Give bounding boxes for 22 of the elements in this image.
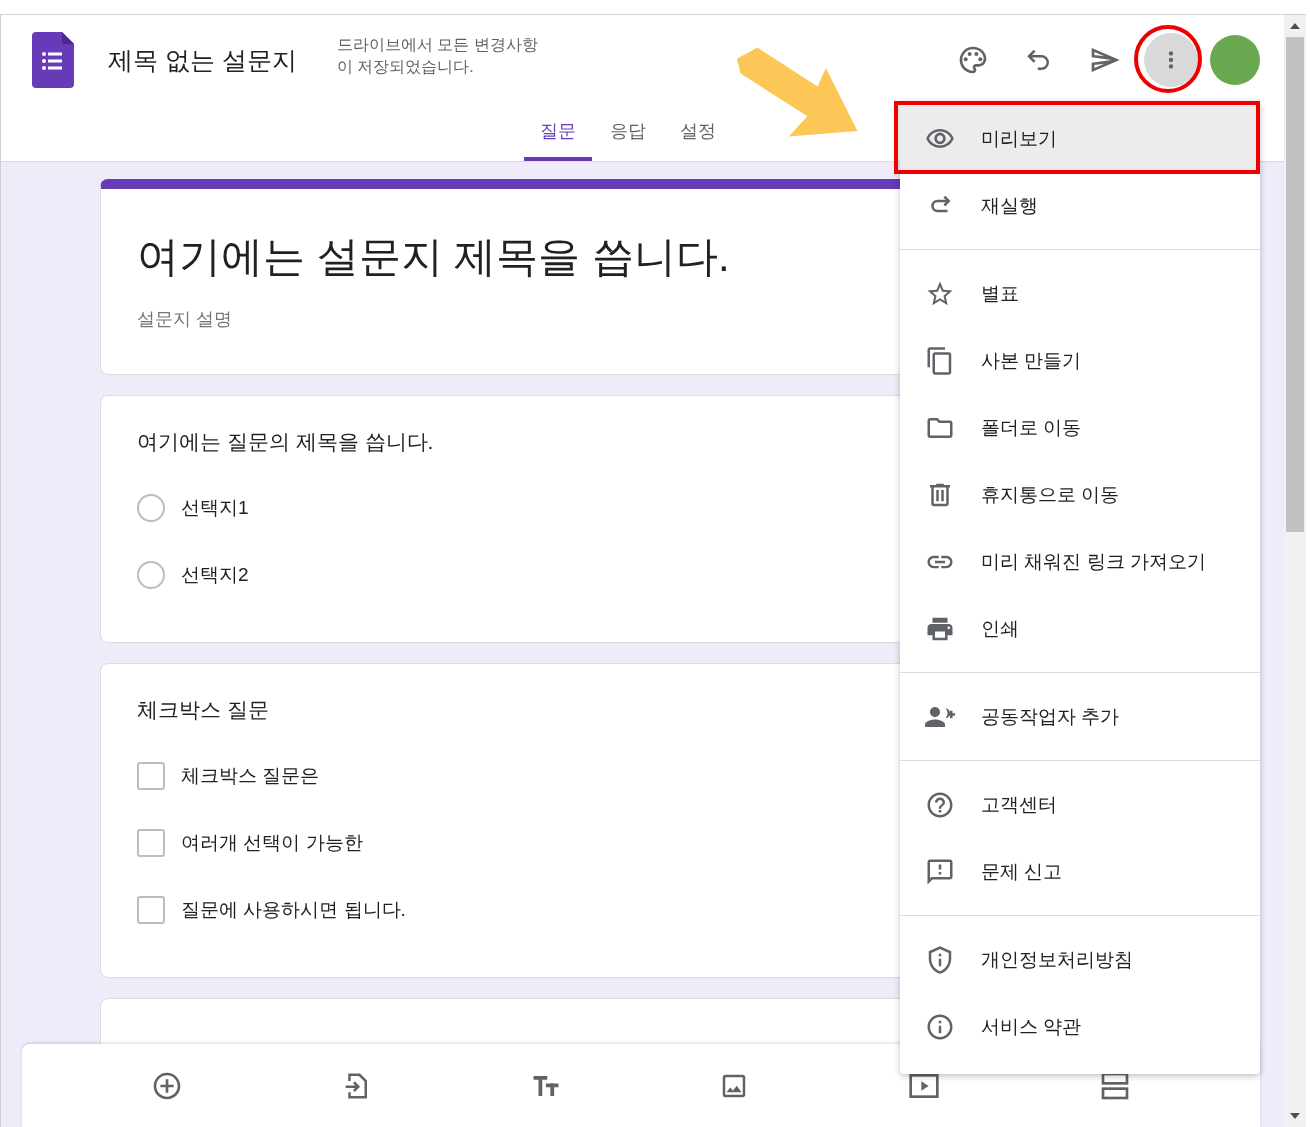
menu-item[interactable]: 서비스 약관 [900, 993, 1260, 1060]
avatar[interactable] [1210, 35, 1260, 85]
forms-logo-icon [32, 32, 74, 88]
scroll-down-icon[interactable] [1290, 1113, 1300, 1119]
menu-item[interactable]: 사본 만들기 [900, 327, 1260, 394]
description-field[interactable]: 설문지 설명 [137, 309, 637, 330]
option-label[interactable]: 선택지2 [181, 561, 249, 588]
option-label[interactable]: 선택지1 [181, 494, 249, 521]
tab[interactable]: 설정 [663, 105, 732, 161]
tab[interactable]: 응답 [593, 105, 662, 161]
menu-item[interactable]: 재실행 [900, 172, 1260, 239]
scroll-up-icon[interactable] [1290, 23, 1300, 29]
option-label[interactable]: 여러개 선택이 가능한 [181, 829, 363, 856]
more-icon[interactable] [1144, 33, 1198, 87]
option-label[interactable]: 질문에 사용하시면 됩니다. [181, 896, 406, 923]
option-label[interactable]: 체크박스 질문은 [181, 762, 320, 789]
highlight-circle [1134, 25, 1202, 93]
scrollbar[interactable] [1284, 15, 1306, 1127]
scroll-thumb[interactable] [1286, 37, 1304, 532]
menu-item[interactable]: 별표 [900, 260, 1260, 327]
form-title[interactable]: 제목 없는 설문지 [108, 43, 297, 77]
save-status: 드라이브에서 모든 변경사항이 저장되었습니다. [336, 35, 539, 77]
